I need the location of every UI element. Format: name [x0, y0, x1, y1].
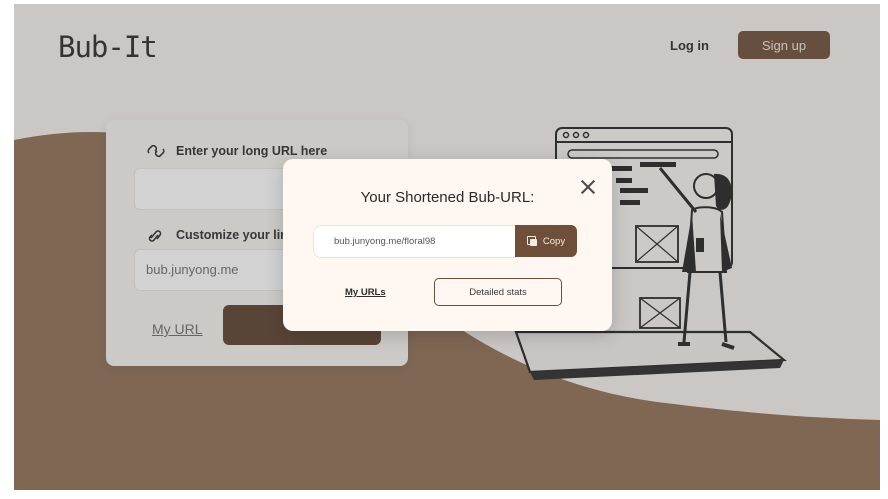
- short-url-field[interactable]: bub.junyong.me/floral98: [313, 225, 516, 258]
- close-icon[interactable]: [580, 179, 596, 195]
- short-url-value: bub.junyong.me/floral98: [334, 236, 436, 247]
- modal-title: Your Shortened Bub-URL:: [360, 189, 535, 206]
- copy-button[interactable]: Copy: [515, 225, 577, 257]
- copy-icon: [526, 236, 537, 246]
- app-window: Bub-It Log in Sign up Enter your long UR…: [14, 4, 880, 490]
- shortened-url-modal: Your Shortened Bub-URL: bub.junyong.me/f…: [283, 159, 612, 331]
- my-urls-link[interactable]: My URLs: [345, 287, 386, 298]
- copy-label: Copy: [542, 235, 566, 247]
- detailed-stats-button[interactable]: Detailed stats: [434, 278, 562, 306]
